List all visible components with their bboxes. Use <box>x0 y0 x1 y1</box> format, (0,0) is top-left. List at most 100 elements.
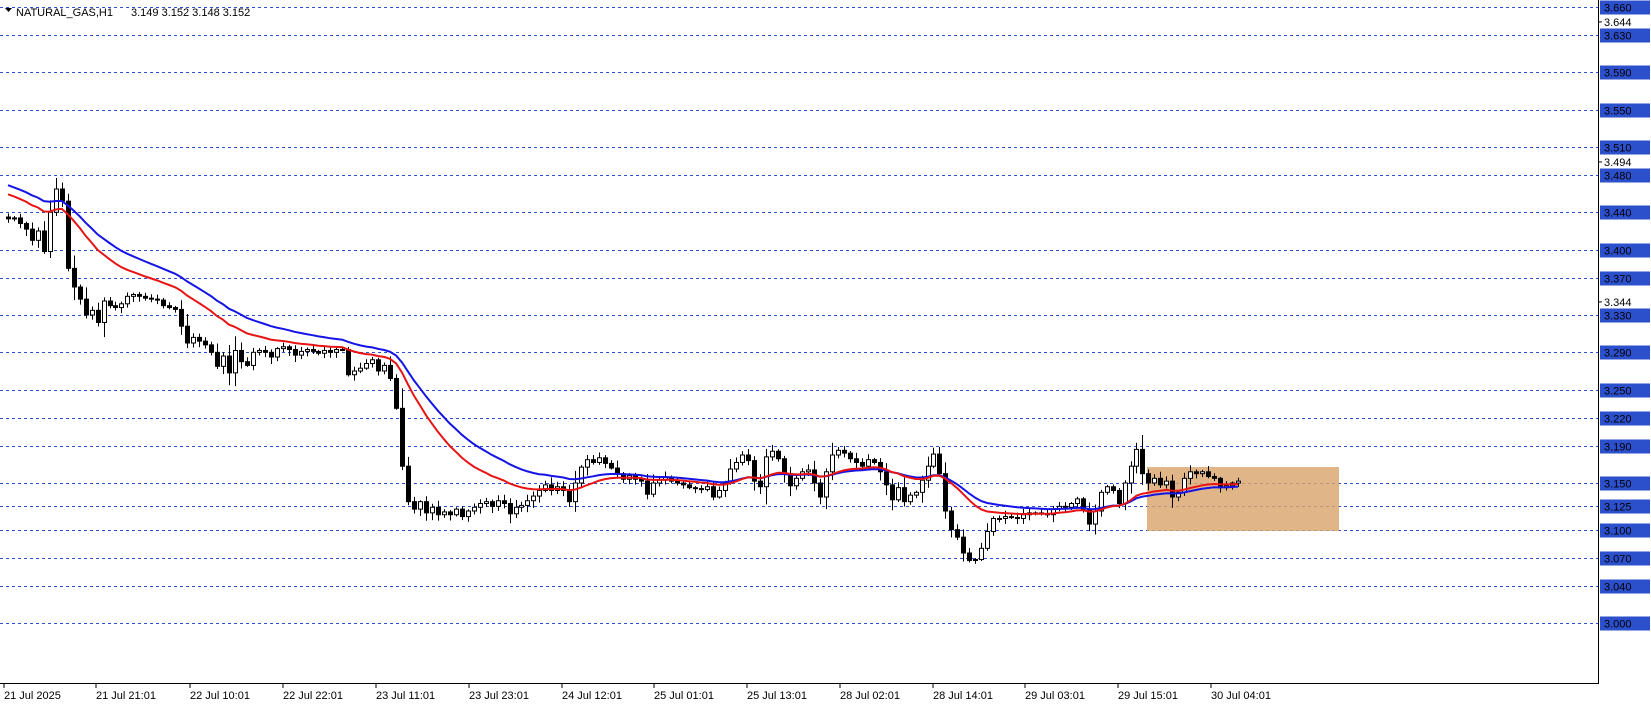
candle-body-up <box>370 359 375 365</box>
candle-body-down <box>245 361 250 366</box>
candle-body-down <box>209 344 214 353</box>
candle-body-up <box>305 349 310 352</box>
price-level-label: 3.100 <box>1604 526 1632 538</box>
candle-body-up <box>717 489 722 498</box>
candle-body-down <box>78 286 83 300</box>
candle-body-down <box>1111 486 1116 491</box>
candle-body-down <box>818 482 823 498</box>
time-axis-label: 25 Jul 01:01 <box>654 690 714 702</box>
candle-body-up <box>382 364 387 372</box>
candle-body-up <box>454 508 459 516</box>
candle-body-down <box>460 508 465 518</box>
candle-body-down <box>603 457 608 464</box>
time-axis-label: 23 Jul 23:01 <box>469 690 529 702</box>
price-level-label: 3.590 <box>1604 68 1632 80</box>
time-axis-label: 25 Jul 13:01 <box>747 690 807 702</box>
candle-body-down <box>185 325 190 344</box>
candle-body-up <box>1003 516 1008 519</box>
candle-body-up <box>472 506 477 512</box>
candle-body-down <box>842 449 847 454</box>
candle-body-down <box>412 501 417 510</box>
candle-body-down <box>1218 477 1223 489</box>
candle-body-down <box>609 462 614 469</box>
candle-body-up <box>358 367 363 372</box>
candle-body-down <box>215 351 220 367</box>
candle-body-down <box>1158 477 1163 486</box>
candle-body-down <box>346 349 351 376</box>
time-axis-label: 22 Jul 10:01 <box>190 690 250 702</box>
price-chart[interactable]: 3.660 3.630 3.590 3.550 3.510 3.480 3.440 3.400… <box>0 0 1651 705</box>
time-axis-label: 29 Jul 03:01 <box>1025 690 1085 702</box>
candle-body-up <box>352 370 357 376</box>
candle-body-up <box>896 487 901 501</box>
candle-body-down <box>287 346 292 351</box>
price-axis-label: 3.344 <box>1604 297 1632 309</box>
candle-body-up <box>525 500 530 506</box>
candle-body-up <box>914 491 919 496</box>
candle-body-up <box>866 459 871 467</box>
candle-body-down <box>203 340 208 346</box>
candle-body-down <box>167 305 172 309</box>
candle-body-down <box>746 454 751 462</box>
candle-body-up <box>514 506 519 515</box>
candle-body-up <box>125 295 130 305</box>
candle-body-up <box>36 230 41 241</box>
candle-body-down <box>42 230 47 253</box>
candle-body-down <box>1194 471 1199 475</box>
candle-body-up <box>1093 510 1098 525</box>
candle-body-down <box>490 501 495 507</box>
candle-body-up <box>734 461 739 470</box>
candle-body-down <box>376 359 381 372</box>
candle-body-down <box>687 484 692 489</box>
candle-body-up <box>585 459 590 468</box>
candle-body-down <box>24 223 29 230</box>
candle-body-up <box>442 511 447 516</box>
candle-body-down <box>1206 471 1211 477</box>
candle-body-down <box>388 364 393 379</box>
candle-body-down <box>884 471 889 486</box>
candle-body-down <box>967 552 972 561</box>
candle-body-up <box>1069 503 1074 508</box>
price-level-label: 3.000 <box>1604 619 1632 631</box>
candle-body-down <box>436 506 441 516</box>
candle-body-down <box>406 465 411 503</box>
candle-body-down <box>311 349 316 352</box>
candle-body-up <box>221 355 226 367</box>
candle-body-up <box>830 454 835 473</box>
candle-body-up <box>705 486 710 491</box>
candle-body-up <box>191 336 196 344</box>
candle-body-up <box>1021 514 1026 519</box>
price-axis-label: 3.644 <box>1604 17 1632 29</box>
candle-body-up <box>322 349 327 354</box>
candle-body-up <box>275 348 280 358</box>
candle-body-down <box>1117 489 1122 505</box>
candle-body-up <box>537 489 542 497</box>
candle-body-down <box>854 458 859 463</box>
candle-body-down <box>269 351 274 358</box>
candle-body-down <box>263 349 268 353</box>
candle-body-down <box>1015 517 1020 520</box>
candle-body-down <box>681 482 686 486</box>
candle-body-up <box>1188 471 1193 479</box>
candle-body-up <box>430 506 435 514</box>
price-level-label: 3.370 <box>1604 274 1632 286</box>
candle-body-up <box>233 349 238 374</box>
candle-body-up <box>1105 486 1110 493</box>
candle-body-up <box>496 500 501 507</box>
candle-body-down <box>161 299 166 307</box>
candle-body-down <box>66 200 71 269</box>
candle-body-down <box>84 298 89 316</box>
price-level-label: 3.510 <box>1604 143 1632 155</box>
time-axis-label: 23 Jul 11:01 <box>376 690 435 702</box>
candle-body-up <box>973 559 978 562</box>
candle-body-down <box>1170 480 1175 498</box>
candle-body-down <box>96 309 101 323</box>
candle-body-down <box>758 480 763 488</box>
candle-body-up <box>299 350 304 356</box>
candle-body-up <box>1200 471 1205 475</box>
candle-body-up <box>1152 477 1157 484</box>
candle-body-up <box>1164 480 1169 486</box>
price-level-label: 3.150 <box>1604 479 1632 491</box>
candle-body-down <box>782 458 787 475</box>
time-axis-label: 30 Jul 04:01 <box>1211 690 1271 702</box>
